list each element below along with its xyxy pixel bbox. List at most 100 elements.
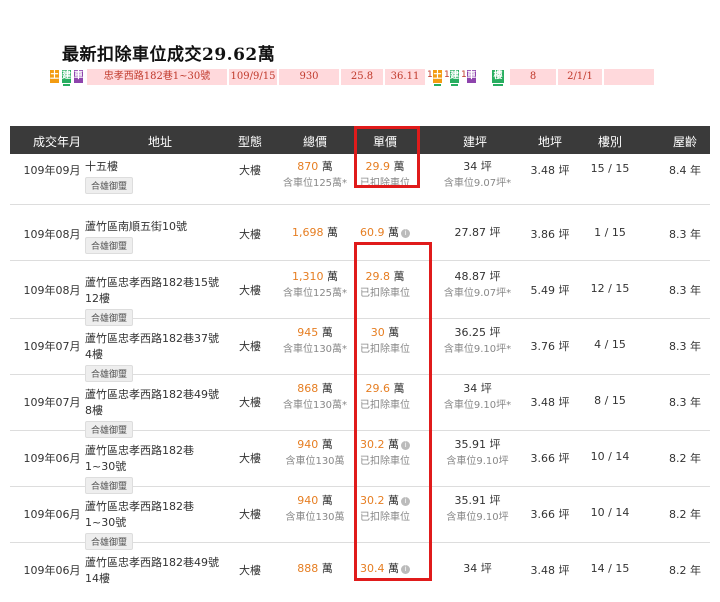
- row-floor: 15 / 15: [590, 162, 630, 175]
- area-note: 含車位9.10坪: [446, 456, 509, 467]
- row-land: 3.66 坪: [530, 452, 570, 465]
- area-note: 含車位9.10坪*: [443, 400, 512, 411]
- area-unit: 坪: [489, 326, 501, 339]
- header-land[interactable]: 地坪: [530, 133, 570, 150]
- row-age: 8.4 年: [669, 164, 701, 177]
- strip-address: 忠孝西路182巷1~30號: [87, 69, 227, 85]
- area-note: 含車位9.10坪: [446, 512, 509, 523]
- row-type: 大樓: [239, 564, 261, 577]
- total-value: 870: [297, 160, 319, 173]
- total-value: 940: [297, 438, 319, 451]
- land-tag: 土: [50, 70, 60, 83]
- row-age: 8.2 年: [669, 508, 701, 521]
- parking-tag: 車: [74, 70, 84, 83]
- total-unit: 萬: [321, 326, 333, 339]
- area-note: 含車位9.07坪*: [443, 178, 512, 189]
- area-value: 34: [463, 382, 478, 395]
- total-value: 1,698: [292, 226, 324, 239]
- strip-unit: 25.8: [341, 69, 383, 85]
- row-area: 34 坪含車位9.07坪*: [435, 158, 520, 189]
- row-age: 8.3 年: [669, 228, 701, 241]
- row-address[interactable]: 蘆竹區南順五街10號合雄御璽: [85, 218, 235, 254]
- total-unit: 萬: [321, 562, 333, 575]
- row-type: 大樓: [239, 340, 261, 353]
- area-value: 34: [463, 562, 478, 575]
- row-type: 大樓: [239, 228, 261, 241]
- row-land: 3.76 坪: [530, 340, 570, 353]
- row-date: 109年07月: [23, 396, 81, 409]
- info-icon[interactable]: i: [401, 228, 410, 238]
- row-total: 945 萬含車位130萬*: [275, 324, 355, 355]
- row-age: 8.3 年: [669, 340, 701, 353]
- address-line-1: 蘆竹區忠孝西路182巷49號: [85, 556, 219, 569]
- total-unit: 萬: [321, 382, 333, 395]
- address-line-2: 12樓: [85, 292, 110, 305]
- header-area[interactable]: 建坪: [455, 133, 495, 150]
- row-area: 35.91 坪含車位9.10坪: [435, 492, 520, 523]
- total-note: 含車位130萬: [285, 512, 345, 523]
- row-area: 36.25 坪含車位9.10坪*: [435, 324, 520, 355]
- row-type: 大樓: [239, 164, 261, 177]
- row-unit-price: 60.9 萬i: [355, 224, 415, 240]
- address-line-2: 4樓: [85, 348, 103, 361]
- parking-tag-2: 車: [467, 70, 477, 83]
- header-total[interactable]: 總價: [295, 133, 335, 150]
- row-land: 3.86 坪: [530, 228, 570, 241]
- row-floor: 8 / 15: [594, 394, 626, 407]
- area-unit: 坪: [480, 562, 492, 575]
- community-tag[interactable]: 合雄御璽: [85, 177, 134, 194]
- row-type: 大樓: [239, 396, 261, 409]
- total-unit: 萬: [321, 438, 333, 451]
- address-line-1: 蘆竹區忠孝西路182巷15號: [85, 276, 219, 289]
- area-value: 48.87: [454, 270, 487, 283]
- total-value: 940: [297, 494, 319, 507]
- strip-area: 36.11: [385, 69, 425, 85]
- strip-count-2: 1: [444, 70, 450, 80]
- unit-value: 60.9: [360, 226, 385, 239]
- row-age: 8.2 年: [669, 452, 701, 465]
- total-value: 868: [297, 382, 319, 395]
- area-value: 35.91: [454, 438, 487, 451]
- header-type[interactable]: 型態: [232, 133, 268, 150]
- header-date[interactable]: 成交年月: [22, 133, 92, 150]
- address-line-2: 1~30號: [85, 516, 127, 529]
- row-land: 3.48 坪: [530, 564, 570, 577]
- row-total: 940 萬含車位130萬: [275, 492, 355, 523]
- row-total: 888 萬: [275, 560, 355, 576]
- area-value: 34: [463, 160, 478, 173]
- row-date: 109年06月: [23, 508, 81, 521]
- highlight-unit-column: [354, 242, 432, 581]
- building-tag-2: 建: [450, 70, 459, 86]
- row-address[interactable]: 蘆竹區忠孝西路182巷49號 14樓: [85, 554, 235, 586]
- area-note: 含車位9.07坪*: [443, 288, 512, 299]
- row-land: 3.48 坪: [530, 164, 570, 177]
- community-tag[interactable]: 合雄御璽: [85, 237, 134, 254]
- header-address[interactable]: 地址: [140, 133, 180, 150]
- row-area: 48.87 坪含車位9.07坪*: [435, 268, 520, 299]
- address-line-2: 14樓: [85, 572, 110, 585]
- highlight-unit-header: [354, 126, 420, 188]
- address-line-1: 蘆竹區忠孝西路182巷: [85, 500, 194, 513]
- area-unit: 坪: [480, 382, 492, 395]
- total-value: 945: [297, 326, 319, 339]
- total-note: 含車位130萬*: [282, 400, 348, 411]
- row-area: 34 坪含車位9.10坪*: [435, 380, 520, 411]
- total-note: 含車位125萬*: [282, 178, 348, 189]
- area-note: 含車位9.10坪*: [443, 344, 512, 355]
- row-address[interactable]: 十五樓 合雄御璽: [85, 158, 235, 194]
- total-unit: 萬: [321, 160, 333, 173]
- address-line-1: 蘆竹區南順五街10號: [85, 220, 187, 233]
- total-note: 含車位130萬: [285, 456, 345, 467]
- row-age: 8.2 年: [669, 564, 701, 577]
- area-unit: 坪: [480, 160, 492, 173]
- row-area: 27.87 坪: [435, 224, 520, 240]
- strip-floor: 8: [510, 69, 556, 85]
- header-floor[interactable]: 樓別: [590, 133, 630, 150]
- row-date: 109年08月: [23, 228, 81, 241]
- row-land: 3.66 坪: [530, 508, 570, 521]
- row-age: 8.3 年: [669, 284, 701, 297]
- row-area: 34 坪: [435, 560, 520, 576]
- row-floor: 10 / 14: [590, 506, 630, 519]
- header-age[interactable]: 屋齡: [665, 133, 705, 150]
- row-floor: 1 / 15: [594, 226, 626, 239]
